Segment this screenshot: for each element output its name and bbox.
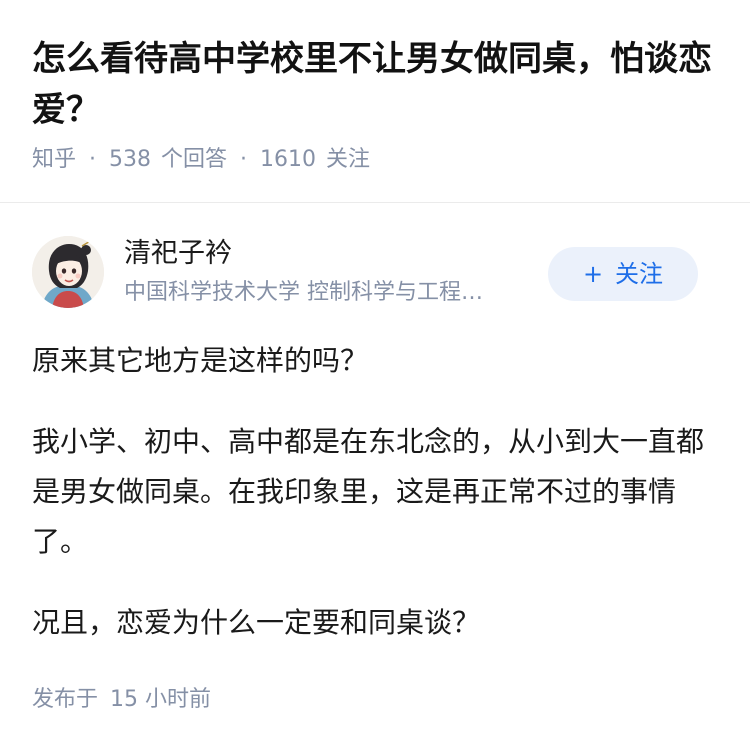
answer-paragraph: 原来其它地方是这样的吗？ xyxy=(32,344,369,377)
published-time: 15 小时前 xyxy=(110,687,212,712)
answer-paragraph: 我小学、初中、高中都是在东北念的，从小到大一直都是男女做同桌。在我印象里，这是再… xyxy=(32,425,705,558)
answer-paragraph: 况且，恋爱为什么一定要和同桌谈？ xyxy=(32,606,481,639)
divider xyxy=(0,202,750,203)
avatar[interactable] xyxy=(32,236,104,308)
answer-count-label: 个回答 xyxy=(161,147,228,172)
question-title[interactable]: 怎么看待高中学校里不让男女做同桌，怕谈恋爱？ xyxy=(32,34,722,136)
follow-button-label: 关注 xyxy=(615,260,664,288)
publish-time: 发布于 15 小时前 xyxy=(32,684,211,716)
follower-count-label: 关注 xyxy=(326,147,371,172)
author-name[interactable]: 清祀子衿 xyxy=(124,236,232,272)
follow-button[interactable]: + 关注 xyxy=(548,247,698,301)
meta-separator: · xyxy=(89,147,97,172)
author-headline: 中国科学技术大学 控制科学与工程… xyxy=(124,280,483,305)
meta-separator: · xyxy=(240,147,248,172)
published-label: 发布于 xyxy=(32,687,99,712)
plus-icon: + xyxy=(582,260,604,288)
source-label[interactable]: 知乎 xyxy=(32,147,76,172)
avatar-illustration-icon xyxy=(32,236,104,308)
answer-count: 538 xyxy=(109,147,152,172)
follower-count: 1610 xyxy=(260,147,317,172)
question-meta: 知乎 · 538 个回答 · 1610 关注 xyxy=(32,144,370,176)
